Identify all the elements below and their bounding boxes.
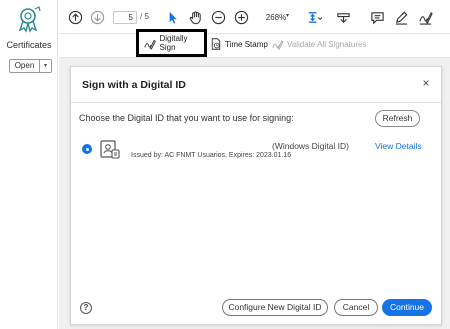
zoom-out-button[interactable] <box>210 9 226 25</box>
fill-sign-button[interactable] <box>417 9 433 25</box>
configure-new-digital-id-button[interactable]: Configure New Digital ID <box>222 299 328 316</box>
zoom-in-icon <box>234 10 248 24</box>
up-arrow-icon <box>68 10 82 24</box>
comment-button[interactable] <box>369 9 385 25</box>
hand-icon <box>189 10 201 24</box>
dialog-header: Sign with a Digital ID × <box>71 67 441 103</box>
previous-page-button[interactable] <box>67 9 83 25</box>
cursor-icon <box>169 11 177 24</box>
digitally-sign-label[interactable]: Digitally Sign <box>160 34 205 52</box>
left-panel: Certificates Open ▾ <box>0 0 58 329</box>
close-icon[interactable]: × <box>420 77 432 89</box>
digital-id-card-icon <box>100 140 120 159</box>
sign-digital-id-dialog: Sign with a Digital ID × Choose the Digi… <box>70 66 442 325</box>
chevron-down-icon[interactable]: ▾ <box>40 60 51 72</box>
zoom-level-input[interactable]: 268% <box>257 11 295 24</box>
open-dropdown[interactable]: Open ▾ <box>9 59 52 73</box>
signature-toolbar: Digitally Sign Time Stamp Validate All S… <box>59 29 450 58</box>
comment-icon <box>370 11 384 24</box>
page-number-input[interactable]: 5 <box>113 11 137 24</box>
stamp-tool-button[interactable] <box>335 9 351 25</box>
digital-id-radio[interactable] <box>82 144 92 154</box>
select-tool-button[interactable] <box>164 9 180 25</box>
down-arrow-icon <box>90 10 104 24</box>
highlight-button[interactable] <box>393 9 409 25</box>
chevron-down-icon[interactable]: ▾ <box>286 12 289 19</box>
time-stamp-button[interactable]: Time Stamp <box>210 38 268 50</box>
digitally-sign-button[interactable]: Digitally Sign <box>136 29 207 57</box>
pen-icon <box>395 11 407 25</box>
digital-id-row[interactable]: (Windows Digital ID) Issued by: AC FNMT … <box>71 137 441 165</box>
validate-all-signatures-button[interactable]: Validate All Signatures <box>272 38 366 50</box>
hand-tool-button[interactable] <box>187 9 203 25</box>
digital-id-issued: Issued by: AC FNMT Usuarios, Expires: 20… <box>131 152 292 159</box>
refresh-button[interactable]: Refresh <box>375 110 420 127</box>
time-stamp-label[interactable]: Time Stamp <box>225 40 268 49</box>
page-total: / 5 <box>140 12 149 21</box>
validate-signature-icon <box>272 40 284 50</box>
time-stamp-icon <box>211 38 221 50</box>
zoom-out-icon <box>211 10 225 24</box>
certificate-ribbon-icon <box>18 6 41 33</box>
panel-title: Certificates <box>6 40 52 50</box>
help-icon[interactable]: ? <box>80 302 92 314</box>
sign-icon <box>418 11 433 25</box>
view-details-link[interactable]: View Details <box>375 141 422 151</box>
cancel-button[interactable]: Cancel <box>334 299 378 316</box>
next-page-button[interactable] <box>89 9 105 25</box>
digital-id-type: (Windows Digital ID) <box>272 141 349 151</box>
continue-button[interactable]: Continue <box>382 299 432 316</box>
page-layout-button[interactable] <box>306 9 322 25</box>
pen-signature-icon <box>144 39 156 50</box>
dialog-prompt: Choose the Digital ID that you want to u… <box>79 113 294 123</box>
zoom-in-button[interactable] <box>233 9 249 25</box>
validate-all-signatures-label[interactable]: Validate All Signatures <box>287 40 366 49</box>
top-toolbar: 5 / 5 268% ▾ <box>59 0 450 34</box>
page-layout-icon <box>308 11 322 23</box>
stamp-icon <box>336 12 350 23</box>
dialog-title: Sign with a Digital ID <box>82 79 186 91</box>
open-dropdown-label[interactable]: Open <box>10 60 40 72</box>
